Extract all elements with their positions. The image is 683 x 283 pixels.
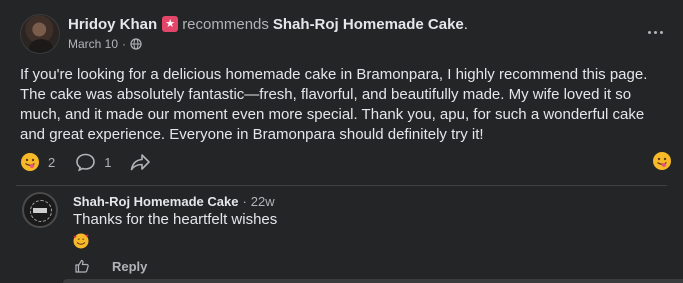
reply-header: Shah-Roj Homemade Cake · 22w [73,194,275,209]
page-name-link[interactable]: Shah-Roj Homemade Cake [273,16,464,33]
share-icon [131,154,151,171]
more-options-icon[interactable] [642,22,668,42]
thumbs-up-icon[interactable] [74,258,90,274]
share-button[interactable] [129,152,151,172]
reaction-count: 2 [48,154,56,170]
header-period: . [463,15,468,33]
comment-icon [76,153,96,172]
smiling-face-with-hearts-icon [73,233,89,249]
post-actions: 2 1 [20,151,151,173]
recommendation-post: Hridoy Khan ★ recommends Shah-Roj Homema… [0,0,683,283]
reaction-picker-icon[interactable] [652,151,672,171]
comment-count: 1 [104,154,112,170]
meta-separator: · [122,37,127,51]
post-date[interactable]: March 10 [68,37,118,51]
post-header: Hridoy Khan ★ recommends Shah-Roj Homema… [68,15,468,33]
post-body-text: If you're looking for a delicious homema… [20,66,648,143]
savoring-emoji-icon [21,153,39,171]
globe-icon[interactable] [130,38,142,50]
author-avatar[interactable] [20,14,60,54]
reply-timestamp[interactable]: 22w [251,194,275,209]
reply-text: Thanks for the heartfelt wishes [73,211,278,228]
recommend-star-icon: ★ [162,16,179,32]
section-divider [16,185,667,186]
page-avatar[interactable] [22,192,58,228]
author-name[interactable]: Hridoy Khan [68,16,157,33]
reply-separator: · [242,194,247,209]
reply-button[interactable]: Reply [112,259,147,274]
reaction-button[interactable]: 2 [20,152,55,172]
reply-author-name[interactable]: Shah-Roj Homemade Cake [73,194,238,209]
comment-input-edge[interactable] [63,279,683,283]
post-meta: March 10 · [68,37,142,51]
comment-button[interactable]: 1 [75,152,111,172]
recommends-label: recommends [182,15,269,33]
